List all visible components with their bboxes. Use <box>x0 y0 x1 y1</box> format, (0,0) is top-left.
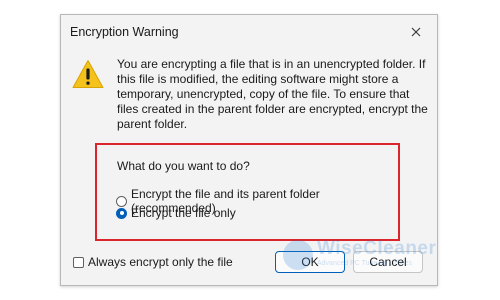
checkbox[interactable] <box>73 256 84 268</box>
cancel-button[interactable]: Cancel <box>353 251 423 273</box>
radio-label: Encrypt the file only <box>131 206 236 220</box>
title-bar[interactable]: Encryption Warning <box>61 15 437 49</box>
close-button[interactable] <box>401 19 431 45</box>
warning-icon <box>72 60 104 88</box>
radio-button-checked[interactable] <box>116 207 127 219</box>
warning-message: You are encrypting a file that is in an … <box>117 57 428 131</box>
ok-button[interactable]: OK <box>275 251 345 273</box>
encryption-warning-dialog: Encryption Warning You are encrypting a … <box>60 14 438 286</box>
radio-encrypt-file-only[interactable]: Encrypt the file only <box>116 206 236 220</box>
choice-question: What do you want to do? <box>117 159 250 173</box>
encryption-choice-group: What do you want to do? Encrypt the file… <box>95 143 400 241</box>
radio-button-unchecked[interactable] <box>116 195 127 207</box>
close-icon <box>411 27 421 37</box>
checkbox-label: Always encrypt only the file <box>88 255 233 269</box>
dialog-title: Encryption Warning <box>70 25 179 39</box>
always-encrypt-file-checkbox[interactable]: Always encrypt only the file <box>73 255 233 269</box>
dialog-footer: Always encrypt only the file OK Cancel <box>61 251 437 277</box>
